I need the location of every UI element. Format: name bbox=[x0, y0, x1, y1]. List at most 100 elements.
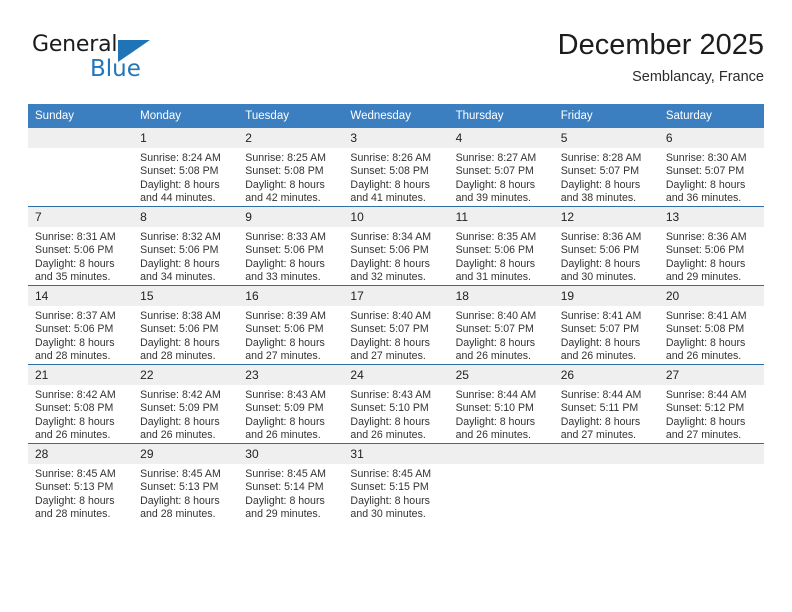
daylight-text-line2: and 28 minutes. bbox=[35, 350, 111, 363]
sunset-text: Sunset: 5:07 PM bbox=[665, 165, 745, 178]
calendar-day-cell[interactable]: 5 Sunrise: 8:28 AM Sunset: 5:07 PM Daylight… bbox=[553, 128, 659, 207]
sunset-text: Sunset: 5:07 PM bbox=[560, 165, 640, 178]
calendar-day-cell[interactable]: 29 Sunrise: 8:45 AM Sunset: 5:13 PM Dayligh… bbox=[133, 443, 239, 522]
calendar-day-cell[interactable]: 18 Sunrise: 8:40 AM Sunset: 5:07 PM Dayligh… bbox=[448, 285, 554, 365]
sunset-text: Sunset: 5:06 PM bbox=[140, 323, 219, 336]
day-number: 3 bbox=[343, 128, 449, 148]
day-details: Sunrise: 8:34 AM Sunset: 5:06 PM Daylight:… bbox=[343, 227, 448, 285]
sunset-text: Sunset: 5:06 PM bbox=[665, 244, 745, 257]
day-number: 13 bbox=[658, 207, 764, 227]
sunrise-text: Sunrise: 8:27 AM bbox=[455, 152, 537, 164]
calendar-day-cell[interactable]: 7 Sunrise: 8:31 AM Sunset: 5:06 PM Daylight… bbox=[28, 206, 134, 286]
calendar-day-cell[interactable]: 16 Sunrise: 8:39 AM Sunset: 5:06 PM Dayligh… bbox=[238, 285, 344, 365]
daylight-text-line2: and 29 minutes. bbox=[665, 271, 742, 284]
day-details: Sunrise: 8:44 AM Sunset: 5:10 PM Daylight:… bbox=[449, 385, 554, 443]
day-number: 18 bbox=[448, 286, 554, 306]
day-details: Sunrise: 8:40 AM Sunset: 5:07 PM Daylight:… bbox=[449, 306, 554, 364]
sunset-text: Sunset: 5:08 PM bbox=[665, 323, 745, 336]
day-details: Sunrise: 8:24 AM Sunset: 5:08 PM Daylight:… bbox=[133, 148, 238, 206]
calendar-day-cell[interactable]: 6 Sunrise: 8:30 AM Sunset: 5:07 PM Daylight… bbox=[658, 128, 764, 207]
sunset-text: Sunset: 5:06 PM bbox=[245, 244, 324, 257]
calendar-day-cell[interactable]: 24 Sunrise: 8:43 AM Sunset: 5:10 PM Dayligh… bbox=[343, 364, 449, 444]
calendar-day-cell[interactable]: 17 Sunrise: 8:40 AM Sunset: 5:07 PM Dayligh… bbox=[343, 285, 449, 365]
sunset-text: Sunset: 5:06 PM bbox=[35, 323, 114, 336]
calendar-day-cell[interactable]: 2 Sunrise: 8:25 AM Sunset: 5:08 PM Daylight… bbox=[238, 128, 344, 207]
calendar-day-cell[interactable]: 30 Sunrise: 8:45 AM Sunset: 5:14 PM Dayligh… bbox=[238, 443, 344, 522]
day-number: 6 bbox=[658, 128, 764, 148]
sunset-text: Sunset: 5:06 PM bbox=[350, 244, 429, 257]
calendar-day-cell[interactable]: 8 Sunrise: 8:32 AM Sunset: 5:06 PM Daylight… bbox=[133, 206, 239, 286]
daylight-text-line1: Daylight: 8 hours bbox=[245, 415, 325, 428]
calendar-empty-cell bbox=[658, 443, 764, 522]
sunset-text: Sunset: 5:06 PM bbox=[455, 244, 534, 257]
day-number: 4 bbox=[448, 128, 554, 148]
daylight-text-line1: Daylight: 8 hours bbox=[350, 336, 430, 349]
sunrise-text: Sunrise: 8:36 AM bbox=[665, 231, 747, 243]
calendar-day-cell[interactable]: 14 Sunrise: 8:37 AM Sunset: 5:06 PM Dayligh… bbox=[28, 285, 134, 365]
calendar-day-cell[interactable]: 27 Sunrise: 8:44 AM Sunset: 5:12 PM Dayligh… bbox=[658, 364, 764, 444]
day-details: Sunrise: 8:37 AM Sunset: 5:06 PM Daylight:… bbox=[28, 306, 133, 364]
calendar-day-cell[interactable]: 31 Sunrise: 8:45 AM Sunset: 5:15 PM Dayligh… bbox=[343, 443, 449, 522]
sunrise-text: Sunrise: 8:42 AM bbox=[35, 389, 116, 401]
day-details: Sunrise: 8:39 AM Sunset: 5:06 PM Daylight:… bbox=[238, 306, 343, 364]
weekday-header-saturday: Saturday bbox=[658, 104, 764, 128]
sunset-text: Sunset: 5:07 PM bbox=[560, 323, 640, 336]
sunrise-text: Sunrise: 8:41 AM bbox=[665, 310, 747, 322]
daylight-text-line1: Daylight: 8 hours bbox=[350, 257, 430, 270]
calendar-day-cell[interactable]: 21 Sunrise: 8:42 AM Sunset: 5:08 PM Dayligh… bbox=[28, 364, 134, 444]
calendar-page: General Blue December 2025 Semblancay, F… bbox=[0, 0, 792, 612]
calendar-day-cell[interactable]: 25 Sunrise: 8:44 AM Sunset: 5:10 PM Dayligh… bbox=[448, 364, 554, 444]
calendar-day-cell[interactable]: 20 Sunrise: 8:41 AM Sunset: 5:08 PM Dayligh… bbox=[658, 285, 764, 365]
day-details: Sunrise: 8:25 AM Sunset: 5:08 PM Daylight:… bbox=[238, 148, 343, 206]
day-details: Sunrise: 8:42 AM Sunset: 5:08 PM Daylight:… bbox=[28, 385, 133, 443]
sunset-text: Sunset: 5:13 PM bbox=[140, 481, 219, 494]
daylight-text-line1: Daylight: 8 hours bbox=[455, 336, 536, 349]
calendar-day-cell[interactable]: 15 Sunrise: 8:38 AM Sunset: 5:06 PM Dayligh… bbox=[133, 285, 239, 365]
calendar-day-cell[interactable]: 19 Sunrise: 8:41 AM Sunset: 5:07 PM Dayligh… bbox=[553, 285, 659, 365]
daylight-text-line2: and 38 minutes. bbox=[560, 192, 637, 205]
daylight-text-line2: and 27 minutes. bbox=[665, 429, 742, 442]
calendar-week-row: 28 Sunrise: 8:45 AM Sunset: 5:13 PM Dayligh… bbox=[28, 443, 764, 522]
calendar-day-cell[interactable]: 9 Sunrise: 8:33 AM Sunset: 5:06 PM Daylight… bbox=[238, 206, 344, 286]
sunset-text: Sunset: 5:09 PM bbox=[140, 402, 219, 415]
daylight-text-line1: Daylight: 8 hours bbox=[350, 178, 430, 191]
daylight-text-line2: and 26 minutes. bbox=[245, 429, 321, 442]
daylight-text-line2: and 44 minutes. bbox=[140, 192, 216, 205]
calendar-day-cell[interactable]: 1 Sunrise: 8:24 AM Sunset: 5:08 PM Daylight… bbox=[133, 128, 239, 207]
daylight-text-line2: and 29 minutes. bbox=[245, 508, 321, 521]
daylight-text-line1: Daylight: 8 hours bbox=[665, 257, 746, 270]
calendar-day-cell[interactable]: 26 Sunrise: 8:44 AM Sunset: 5:11 PM Dayligh… bbox=[553, 364, 659, 444]
daylight-text-line1: Daylight: 8 hours bbox=[350, 494, 430, 507]
calendar-day-cell[interactable]: 10 Sunrise: 8:34 AM Sunset: 5:06 PM Dayligh… bbox=[343, 206, 449, 286]
sunrise-text: Sunrise: 8:45 AM bbox=[350, 468, 432, 480]
sunrise-text: Sunrise: 8:44 AM bbox=[665, 389, 747, 401]
day-details: Sunrise: 8:28 AM Sunset: 5:07 PM Daylight:… bbox=[554, 148, 659, 206]
calendar-day-cell[interactable]: 4 Sunrise: 8:27 AM Sunset: 5:07 PM Daylight… bbox=[448, 128, 554, 207]
calendar-day-cell[interactable]: 28 Sunrise: 8:45 AM Sunset: 5:13 PM Dayligh… bbox=[28, 443, 134, 522]
day-details: Sunrise: 8:36 AM Sunset: 5:06 PM Daylight:… bbox=[554, 227, 659, 285]
day-details: Sunrise: 8:30 AM Sunset: 5:07 PM Daylight:… bbox=[659, 148, 764, 206]
sunrise-text: Sunrise: 8:25 AM bbox=[245, 152, 326, 164]
day-number: 29 bbox=[133, 444, 239, 464]
daylight-text-line1: Daylight: 8 hours bbox=[35, 336, 115, 349]
day-number bbox=[28, 128, 134, 148]
calendar-day-cell[interactable]: 13 Sunrise: 8:36 AM Sunset: 5:06 PM Dayligh… bbox=[658, 206, 764, 286]
daylight-text-line2: and 26 minutes. bbox=[350, 429, 426, 442]
general-blue-logo[interactable]: General Blue bbox=[32, 32, 212, 88]
sunrise-text: Sunrise: 8:32 AM bbox=[140, 231, 221, 243]
daylight-text-line1: Daylight: 8 hours bbox=[665, 178, 746, 191]
daylight-text-line2: and 35 minutes. bbox=[35, 271, 111, 284]
sunset-text: Sunset: 5:09 PM bbox=[245, 402, 324, 415]
sunrise-text: Sunrise: 8:31 AM bbox=[35, 231, 116, 243]
sunset-text: Sunset: 5:08 PM bbox=[350, 165, 429, 178]
calendar-day-cell[interactable]: 12 Sunrise: 8:36 AM Sunset: 5:06 PM Dayligh… bbox=[553, 206, 659, 286]
calendar-week-row: 7 Sunrise: 8:31 AM Sunset: 5:06 PM Daylight… bbox=[28, 206, 764, 286]
sunrise-text: Sunrise: 8:45 AM bbox=[140, 468, 221, 480]
sunrise-text: Sunrise: 8:26 AM bbox=[350, 152, 432, 164]
day-details: Sunrise: 8:45 AM Sunset: 5:14 PM Daylight:… bbox=[238, 464, 343, 522]
calendar-day-cell[interactable]: 3 Sunrise: 8:26 AM Sunset: 5:08 PM Daylight… bbox=[343, 128, 449, 207]
daylight-text-line2: and 31 minutes. bbox=[455, 271, 531, 284]
calendar-day-cell[interactable]: 23 Sunrise: 8:43 AM Sunset: 5:09 PM Dayligh… bbox=[238, 364, 344, 444]
calendar-day-cell[interactable]: 22 Sunrise: 8:42 AM Sunset: 5:09 PM Dayligh… bbox=[133, 364, 239, 444]
calendar-day-cell[interactable]: 11 Sunrise: 8:35 AM Sunset: 5:06 PM Dayligh… bbox=[448, 206, 554, 286]
